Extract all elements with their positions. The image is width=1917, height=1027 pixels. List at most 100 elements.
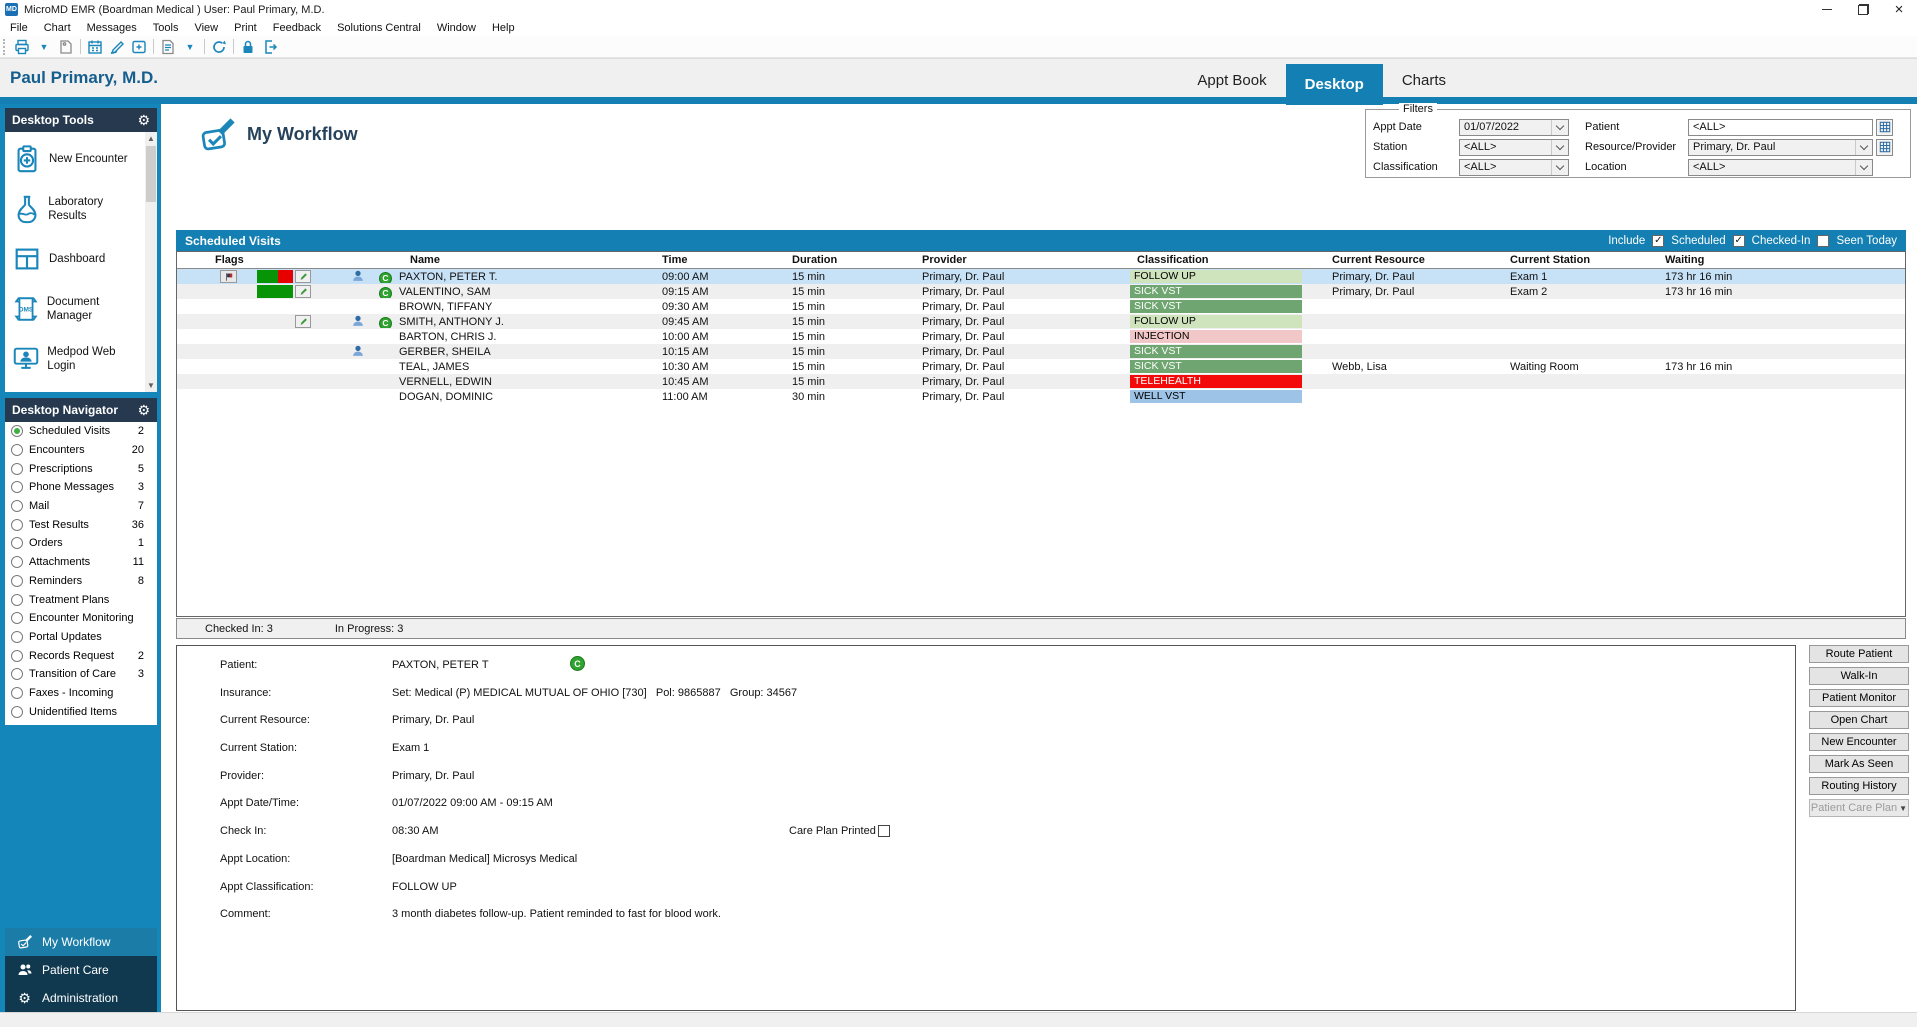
navigator-item-unidentified-items[interactable]: Unidentified Items	[5, 702, 157, 721]
navigator-item-reminders[interactable]: Reminders 8	[5, 572, 157, 591]
lock-icon[interactable]	[237, 37, 259, 57]
add-encounter-icon[interactable]	[128, 37, 150, 57]
module-patient-care[interactable]: Patient Care	[5, 956, 157, 984]
tool-document-manager[interactable]: DMS Document Manager	[5, 284, 145, 334]
tag-icon[interactable]	[55, 37, 77, 57]
chevron-down-icon[interactable]	[1855, 159, 1872, 175]
navigator-item-records-request[interactable]: Records Request 2	[5, 646, 157, 665]
checkbox-checked[interactable]: ✓	[1732, 234, 1745, 247]
navigator-item-mail[interactable]: Mail 7	[5, 497, 157, 516]
checkbox-checked[interactable]: ✓	[1652, 234, 1665, 247]
tool-medpod-web-login[interactable]: Medpod Web Login	[5, 334, 145, 384]
radio-unselected[interactable]	[11, 649, 23, 662]
radio-unselected[interactable]	[11, 444, 23, 457]
resource-provider-lookup-button[interactable]	[1876, 138, 1893, 156]
module-administration[interactable]: ⚙ Administration	[5, 984, 157, 1012]
minimize-button[interactable]	[1809, 0, 1845, 19]
visit-row-barton-chris-j[interactable]: BARTON, CHRIS J. 10:00 AM 15 min Primary, D…	[177, 329, 1905, 344]
radio-unselected[interactable]	[11, 686, 23, 699]
radio-unselected[interactable]	[11, 500, 23, 513]
dropdown-icon[interactable]: ▼	[33, 37, 55, 57]
navigator-item-encounter-monitoring[interactable]: Encounter Monitoring	[5, 609, 157, 628]
tool-laboratory-results[interactable]: Laboratory Results	[5, 184, 145, 234]
menu-tools[interactable]: Tools	[145, 19, 187, 36]
menu-help[interactable]: Help	[484, 19, 523, 36]
new-encounter-button[interactable]: New Encounter	[1809, 733, 1909, 751]
menu-chart[interactable]: Chart	[36, 19, 79, 36]
chevron-down-icon[interactable]	[1551, 119, 1568, 135]
menu-window[interactable]: Window	[429, 19, 484, 36]
module-my-workflow[interactable]: My Workflow	[5, 928, 157, 956]
tool-dashboard[interactable]: Dashboard	[5, 234, 145, 284]
navigator-item-orders[interactable]: Orders 1	[5, 534, 157, 553]
navigator-item-scheduled-visits[interactable]: Scheduled Visits 2	[5, 422, 157, 441]
radio-unselected[interactable]	[11, 705, 23, 718]
radio-unselected[interactable]	[11, 574, 23, 587]
desktop-tools-scrollbar[interactable]: ▲ ▼	[145, 132, 157, 392]
chevron-down-icon[interactable]	[1551, 159, 1568, 175]
resource-provider-dropdown[interactable]: Primary, Dr. Paul	[1688, 138, 1873, 156]
visit-row-brown-tiffany[interactable]: BROWN, TIFFANY 09:30 AM 15 min Primary, Dr.…	[177, 299, 1905, 314]
gear-icon[interactable]: ⚙	[137, 113, 150, 127]
printer-icon[interactable]	[11, 37, 33, 57]
radio-unselected[interactable]	[11, 630, 23, 643]
visit-row-dogan-dominic[interactable]: DOGAN, DOMINIC 11:00 AM 30 min Primary, Dr.…	[177, 389, 1905, 404]
radio-unselected[interactable]	[11, 556, 23, 569]
route-patient-button[interactable]: Route Patient	[1809, 645, 1909, 663]
radio-unselected[interactable]	[11, 537, 23, 550]
radio-unselected[interactable]	[11, 481, 23, 494]
radio-unselected[interactable]	[11, 668, 23, 681]
menu-view[interactable]: View	[186, 19, 226, 36]
classification-dropdown[interactable]: <ALL>	[1459, 158, 1569, 176]
dropdown-icon[interactable]: ▼	[179, 37, 201, 57]
menu-solutions-central[interactable]: Solutions Central	[329, 19, 429, 36]
visit-row-valentino-sam[interactable]: C VALENTINO, SAM 09:15 AM 15 min Primary, Dr…	[177, 284, 1905, 299]
mark-as-seen-button[interactable]: Mark As Seen	[1809, 755, 1909, 773]
gear-icon[interactable]: ⚙	[137, 403, 150, 417]
report-icon[interactable]	[157, 37, 179, 57]
chevron-down-icon[interactable]	[1855, 139, 1872, 155]
patient-monitor-button[interactable]: Patient Monitor	[1809, 689, 1909, 707]
visit-row-vernell-edwin[interactable]: VERNELL, EDWIN 10:45 AM 15 min Primary, Dr.…	[177, 374, 1905, 389]
location-dropdown[interactable]: <ALL>	[1688, 158, 1873, 176]
patient-input[interactable]: <ALL>	[1688, 118, 1873, 136]
radio-unselected[interactable]	[11, 612, 23, 625]
appt-date-dropdown[interactable]: 01/07/2022	[1459, 118, 1569, 136]
note-icon[interactable]	[295, 270, 311, 283]
navigator-item-treatment-plans[interactable]: Treatment Plans	[5, 590, 157, 609]
radio-unselected[interactable]	[11, 462, 23, 475]
visit-row-teal-james[interactable]: TEAL, JAMES 10:30 AM 15 min Primary, Dr. Pa…	[177, 359, 1905, 374]
scroll-thumb[interactable]	[146, 146, 156, 202]
checkbox-unchecked[interactable]	[877, 825, 890, 838]
station-dropdown[interactable]: <ALL>	[1459, 138, 1569, 156]
walk-in-button[interactable]: Walk-In	[1809, 667, 1909, 685]
scroll-up-icon[interactable]: ▲	[145, 132, 157, 145]
restore-button[interactable]	[1845, 0, 1881, 19]
navigator-item-prescriptions[interactable]: Prescriptions 5	[5, 459, 157, 478]
exit-icon[interactable]	[259, 37, 281, 57]
routing-history-button[interactable]: Routing History	[1809, 777, 1909, 795]
navigator-item-phone-messages[interactable]: Phone Messages 3	[5, 478, 157, 497]
signature-icon[interactable]	[106, 37, 128, 57]
radio-unselected[interactable]	[11, 593, 23, 606]
note-icon[interactable]	[295, 285, 311, 298]
flag-icon[interactable]	[220, 270, 237, 283]
tool-new-encounter[interactable]: New Encounter	[5, 134, 145, 184]
checkbox-unchecked[interactable]	[1817, 234, 1830, 247]
menu-print[interactable]: Print	[226, 19, 265, 36]
radio-unselected[interactable]	[11, 518, 23, 531]
visit-row-paxton-peter-t[interactable]: C PAXTON, PETER T. 09:00 AM 15 min Primary, …	[177, 269, 1905, 284]
visit-row-smith-anthony-j[interactable]: C SMITH, ANTHONY J. 09:45 AM 15 min Primary,…	[177, 314, 1905, 329]
navigator-item-portal-updates[interactable]: Portal Updates	[5, 628, 157, 647]
open-chart-button[interactable]: Open Chart	[1809, 711, 1909, 729]
chevron-down-icon[interactable]	[1551, 139, 1568, 155]
navigator-item-faxes-incoming[interactable]: Faxes - Incoming	[5, 684, 157, 703]
note-icon[interactable]	[295, 315, 311, 328]
radio-selected[interactable]	[11, 425, 23, 438]
visit-row-gerber-sheila[interactable]: GERBER, SHEILA 10:15 AM 15 min Primary, Dr.…	[177, 344, 1905, 359]
patient-lookup-button[interactable]	[1876, 118, 1893, 136]
menu-feedback[interactable]: Feedback	[265, 19, 329, 36]
refresh-icon[interactable]	[208, 37, 230, 57]
tab-charts[interactable]: Charts	[1383, 64, 1465, 97]
close-button[interactable]: ×	[1881, 0, 1917, 19]
